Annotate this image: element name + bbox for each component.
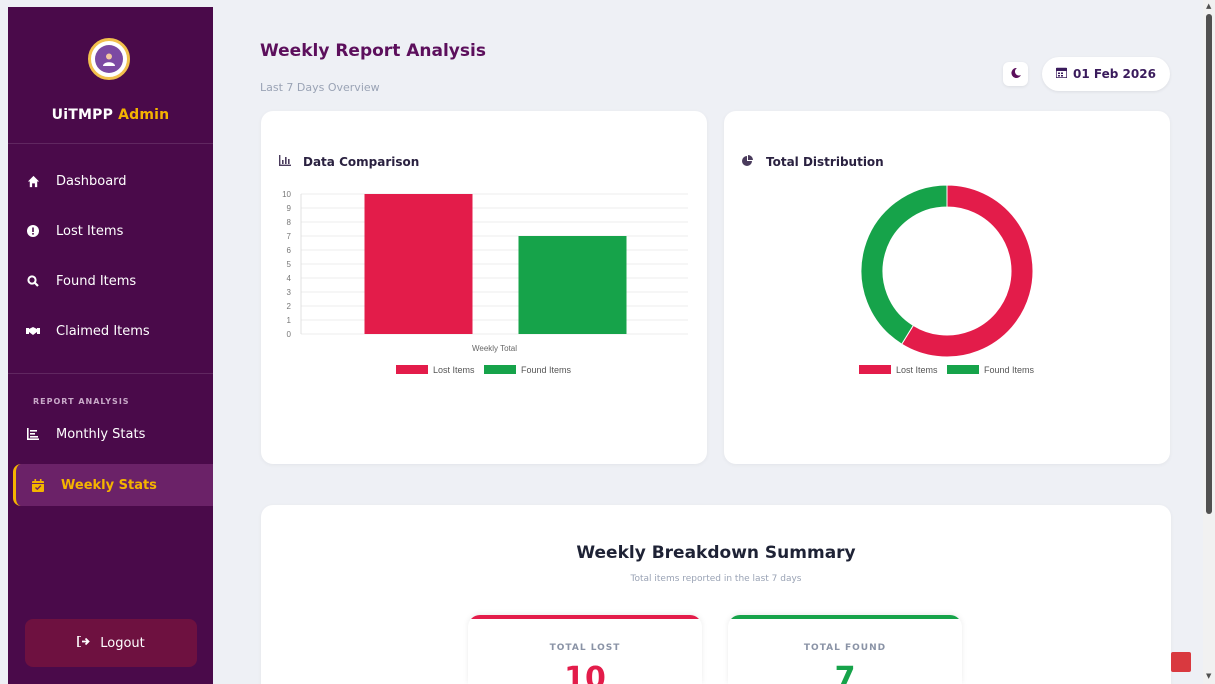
card-title: Total Distribution: [742, 155, 884, 169]
data-comparison-card: Data Comparison 0 1 2 3 4 5 6 7 8 9 10 Weekly Total…: [261, 111, 707, 464]
scrollbar-thumb[interactable]: [1206, 14, 1212, 514]
sidebar-item-label: Dashboard: [56, 173, 127, 189]
sidebar-divider: [8, 373, 213, 374]
list-chart-icon: [26, 427, 40, 441]
stat-value: 10: [564, 661, 606, 684]
legend-label: Lost Items: [433, 365, 475, 375]
legend-swatch: [396, 365, 428, 374]
brand-accent: Admin: [118, 107, 170, 123]
x-tick-label: Weekly Total: [472, 344, 517, 353]
bar-lost-items: [364, 194, 473, 334]
sidebar-item-lost-items[interactable]: Lost Items: [8, 211, 213, 251]
scroll-up-arrow-icon[interactable]: ▲: [1206, 2, 1211, 10]
date-badge: 01 Feb 2026: [1042, 57, 1170, 91]
search-icon: [26, 274, 40, 288]
data-comparison-title: Data Comparison: [303, 155, 420, 169]
page-title: Weekly Report Analysis: [260, 41, 486, 61]
y-tick-label: 1: [287, 316, 292, 325]
bar-found-items: [518, 236, 627, 334]
y-tick-label: 0: [287, 330, 292, 339]
logout-button[interactable]: Logout: [25, 619, 197, 667]
summary-subtitle: Total items reported in the last 7 days: [630, 574, 802, 584]
section-label-report-analysis: REPORT ANALYSIS: [33, 397, 130, 406]
legend-swatch: [859, 365, 891, 374]
legend-label: Found Items: [521, 365, 572, 375]
sidebar-item-label: Claimed Items: [56, 323, 150, 339]
donut-chart: Lost Items Found Items: [859, 184, 1035, 375]
stat-accent-bar: [728, 615, 962, 619]
home-icon: [26, 174, 40, 188]
total-lost-stat: TOTAL LOST 10: [468, 615, 702, 684]
app-logo: [88, 38, 130, 80]
logo-emblem-icon: [95, 45, 123, 73]
summary-title: Weekly Breakdown Summary: [576, 543, 856, 563]
legend-swatch: [947, 365, 979, 374]
sidebar-item-label: Weekly Stats: [61, 477, 157, 493]
brand-title: UiTMPP Admin: [8, 107, 213, 123]
sidebar-item-weekly-stats[interactable]: Weekly Stats: [13, 464, 213, 506]
sidebar-item-monthly-stats[interactable]: Monthly Stats: [8, 414, 213, 454]
date-text: 01 Feb 2026: [1073, 67, 1156, 81]
stat-value: 7: [834, 661, 856, 684]
sidebar-item-found-items[interactable]: Found Items: [8, 261, 213, 301]
total-found-stat: TOTAL FOUND 7: [728, 615, 962, 684]
y-tick-label: 7: [287, 232, 292, 241]
total-distribution-card: Total Distribution Lost Items Found Items: [724, 111, 1170, 464]
weekly-summary-card: Weekly Breakdown Summary Total items rep…: [261, 505, 1171, 684]
handshake-icon: [26, 324, 40, 338]
logout-label: Logout: [100, 635, 145, 651]
calendar-icon: [1055, 67, 1068, 81]
legend-label: Found Items: [984, 365, 1035, 375]
floating-widget-button[interactable]: [1171, 652, 1191, 672]
y-tick-label: 8: [287, 218, 292, 227]
calendar-check-icon: [31, 478, 45, 492]
exclamation-circle-icon: [26, 224, 40, 238]
y-tick-label: 5: [287, 260, 292, 269]
bar-chart-icon: [279, 155, 293, 169]
page-subtitle: Last 7 Days Overview: [260, 81, 380, 94]
moon-icon: [1010, 67, 1021, 81]
stat-label: TOTAL FOUND: [803, 643, 887, 653]
sidebar: UiTMPP Admin Dashboard Lost Items Found …: [8, 7, 213, 684]
page-scrollbar[interactable]: ▲ ▼: [1203, 0, 1215, 684]
y-tick-label: 2: [287, 302, 292, 311]
theme-toggle-button[interactable]: [1003, 62, 1028, 86]
sidebar-divider: [8, 143, 213, 144]
bar-chart: 0 1 2 3 4 5 6 7 8 9 10 Weekly Total Lost Items Found …: [282, 190, 688, 375]
y-tick-label: 4: [287, 274, 292, 283]
legend-label: Lost Items: [896, 365, 938, 375]
legend-swatch: [484, 365, 516, 374]
y-tick-label: 10: [282, 190, 291, 199]
sidebar-item-label: Found Items: [56, 273, 137, 289]
sign-out-icon: [77, 635, 91, 650]
y-tick-label: 6: [287, 246, 292, 255]
sidebar-item-label: Monthly Stats: [56, 426, 146, 442]
scroll-down-arrow-icon[interactable]: ▼: [1206, 672, 1211, 680]
sidebar-item-label: Lost Items: [56, 223, 124, 239]
y-tick-label: 3: [287, 288, 292, 297]
card-title: Data Comparison: [279, 155, 419, 169]
stat-accent-bar: [468, 615, 702, 619]
brand-name: UiTMPP: [51, 107, 114, 123]
total-distribution-title: Total Distribution: [766, 155, 884, 169]
pie-chart-icon: [742, 155, 756, 169]
sidebar-item-dashboard[interactable]: Dashboard: [8, 161, 213, 201]
y-tick-label: 9: [287, 204, 292, 213]
sidebar-item-claimed-items[interactable]: Claimed Items: [8, 311, 213, 351]
stat-label: TOTAL LOST: [549, 643, 621, 653]
donut-slice-found-items: [860, 184, 948, 345]
